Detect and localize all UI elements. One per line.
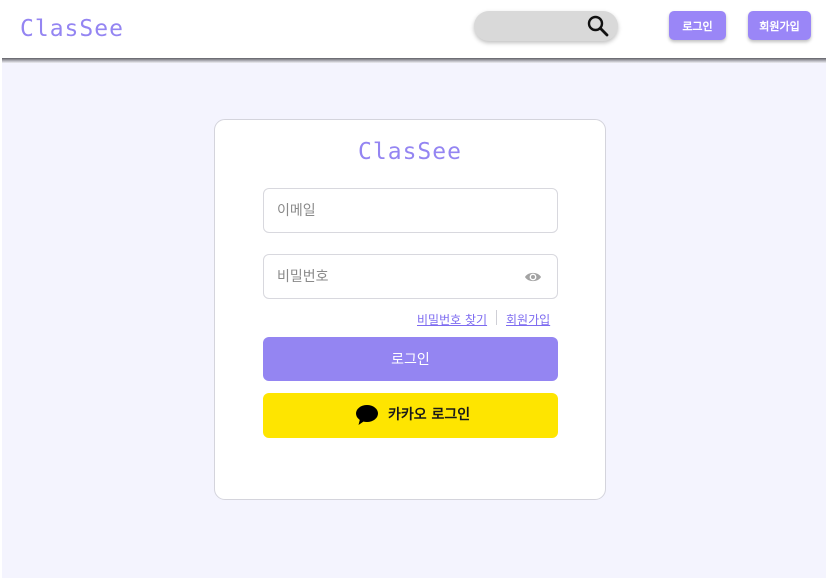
header-signup-button[interactable]: 회원가입	[748, 11, 811, 40]
email-field[interactable]	[263, 188, 558, 233]
find-password-link[interactable]: 비밀번호 찾기	[417, 311, 487, 328]
header-logo[interactable]: ClasSee	[20, 14, 124, 44]
search-icon[interactable]	[587, 15, 609, 37]
eye-icon[interactable]	[524, 269, 542, 285]
email-input[interactable]	[277, 199, 507, 223]
search-input[interactable]	[486, 15, 582, 37]
login-card: ClasSee 비밀번호 찾기 회원가입 로그인 카카오 로그인	[214, 119, 606, 500]
password-input[interactable]	[277, 265, 507, 289]
login-button[interactable]: 로그인	[263, 337, 558, 381]
card-logo: ClasSee	[358, 139, 462, 165]
header-login-button[interactable]: 로그인	[669, 11, 726, 40]
login-page: ClasSee 로그인 회원가입 ClasSee 비밀번호 찾기	[0, 0, 828, 578]
header-shadow-divider	[2, 58, 826, 63]
password-field[interactable]	[263, 254, 558, 299]
kakao-speech-bubble-icon	[356, 405, 378, 425]
link-divider	[496, 310, 497, 325]
kakao-login-button[interactable]: 카카오 로그인	[263, 393, 558, 438]
signup-link[interactable]: 회원가입	[506, 311, 550, 328]
account-links: 비밀번호 찾기 회원가입	[417, 309, 567, 327]
kakao-login-label: 카카오 로그인	[388, 407, 471, 423]
top-header: ClasSee 로그인 회원가입	[0, 0, 828, 60]
